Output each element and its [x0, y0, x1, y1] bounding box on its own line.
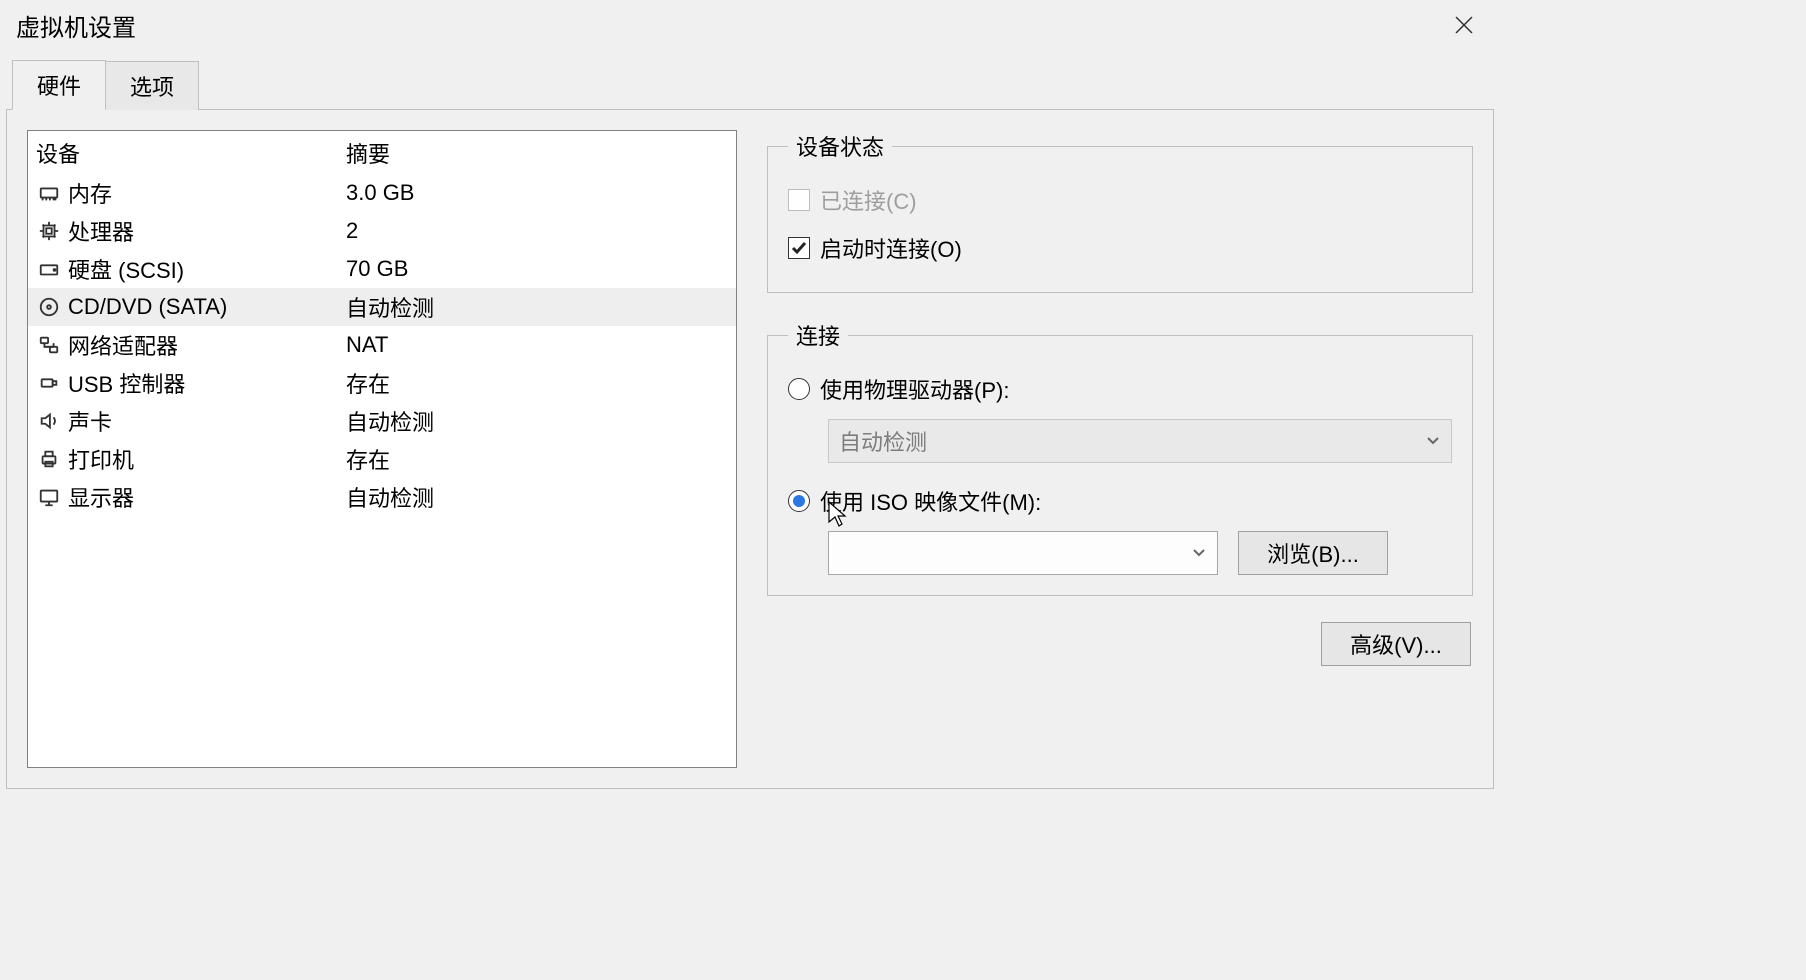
physical-drive-label: 使用物理驱动器(P):	[820, 373, 1009, 405]
connected-label: 已连接(C)	[820, 184, 917, 216]
tab-options[interactable]: 选项	[105, 61, 199, 110]
device-summary: 3.0 GB	[346, 180, 728, 206]
usb-icon	[36, 370, 62, 396]
physical-drive-combo-value: 自动检测	[839, 425, 927, 457]
sound-icon	[36, 408, 62, 434]
device-summary: 2	[346, 218, 728, 244]
connected-checkbox	[788, 189, 810, 211]
close-icon	[1454, 15, 1474, 35]
device-summary: 自动检测	[346, 481, 728, 513]
device-row[interactable]: USB 控制器 存在	[28, 364, 736, 402]
device-table-header: 设备 摘要	[28, 131, 736, 174]
device-label: 网络适配器	[68, 329, 178, 361]
device-status-legend: 设备状态	[788, 130, 892, 162]
device-summary: 自动检测	[346, 405, 728, 437]
device-row[interactable]: CD/DVD (SATA) 自动检测	[28, 288, 736, 326]
iso-path-combo[interactable]	[828, 531, 1218, 575]
device-summary: NAT	[346, 332, 728, 358]
connection-group: 连接 使用物理驱动器(P): 自动检测 使用 ISO 映像文件(M):	[767, 319, 1473, 596]
titlebar: 虚拟机设置	[0, 0, 1500, 60]
device-label: 打印机	[68, 443, 134, 475]
iso-label: 使用 ISO 映像文件(M):	[820, 485, 1041, 517]
hardware-panel: 设备 摘要 内存 3.0 GB 处理器 2 硬盘 (SCSI) 70 GB CD/DVD (…	[6, 109, 1494, 789]
iso-radio-row[interactable]: 使用 ISO 映像文件(M):	[788, 477, 1452, 525]
cd-icon	[36, 294, 62, 320]
connection-legend: 连接	[788, 319, 848, 351]
device-label: 显示器	[68, 481, 134, 513]
connected-checkbox-row: 已连接(C)	[788, 176, 1452, 224]
device-summary: 自动检测	[346, 291, 728, 323]
chevron-down-icon	[1191, 540, 1207, 566]
tab-bar: 硬件 选项	[12, 60, 1500, 110]
device-row[interactable]: 硬盘 (SCSI) 70 GB	[28, 250, 736, 288]
window-title: 虚拟机设置	[16, 8, 136, 43]
col-header-device: 设备	[36, 137, 346, 169]
physical-drive-radio-row[interactable]: 使用物理驱动器(P):	[788, 365, 1452, 413]
vm-settings-window: 虚拟机设置 硬件 选项 设备 摘要 内存 3.0 GB 处理器 2 硬盘 (SCSI) 7…	[0, 0, 1500, 789]
device-label: USB 控制器	[68, 367, 185, 399]
device-label: 处理器	[68, 215, 134, 247]
device-label: 声卡	[68, 405, 112, 437]
device-label: 内存	[68, 177, 112, 209]
network-icon	[36, 332, 62, 358]
disk-icon	[36, 256, 62, 282]
connect-at-power-row[interactable]: 启动时连接(O)	[788, 224, 1452, 272]
device-row[interactable]: 网络适配器 NAT	[28, 326, 736, 364]
iso-radio[interactable]	[788, 490, 810, 512]
printer-icon	[36, 446, 62, 472]
device-label: 硬盘 (SCSI)	[68, 253, 184, 285]
close-button[interactable]	[1444, 5, 1484, 45]
device-summary: 存在	[346, 443, 728, 475]
col-header-summary: 摘要	[346, 137, 728, 169]
advanced-button[interactable]: 高级(V)...	[1321, 622, 1471, 666]
device-row[interactable]: 打印机 存在	[28, 440, 736, 478]
physical-drive-combo: 自动检测	[828, 419, 1452, 463]
device-row[interactable]: 显示器 自动检测	[28, 478, 736, 516]
device-status-group: 设备状态 已连接(C) 启动时连接(O)	[767, 130, 1473, 293]
device-row[interactable]: 内存 3.0 GB	[28, 174, 736, 212]
display-icon	[36, 484, 62, 510]
device-row[interactable]: 处理器 2	[28, 212, 736, 250]
detail-pane: 设备状态 已连接(C) 启动时连接(O) 连接 使用物理驱动器(P):	[767, 130, 1473, 768]
device-summary: 存在	[346, 367, 728, 399]
device-table: 设备 摘要 内存 3.0 GB 处理器 2 硬盘 (SCSI) 70 GB CD/DVD (…	[27, 130, 737, 768]
device-summary: 70 GB	[346, 256, 728, 282]
cpu-icon	[36, 218, 62, 244]
device-label: CD/DVD (SATA)	[68, 294, 227, 320]
device-row[interactable]: 声卡 自动检测	[28, 402, 736, 440]
connect-at-power-label: 启动时连接(O)	[820, 232, 962, 264]
memory-icon	[36, 180, 62, 206]
physical-drive-radio[interactable]	[788, 378, 810, 400]
chevron-down-icon	[1425, 428, 1441, 454]
browse-button[interactable]: 浏览(B)...	[1238, 531, 1388, 575]
connect-at-power-checkbox[interactable]	[788, 237, 810, 259]
tab-hardware[interactable]: 硬件	[12, 60, 106, 110]
